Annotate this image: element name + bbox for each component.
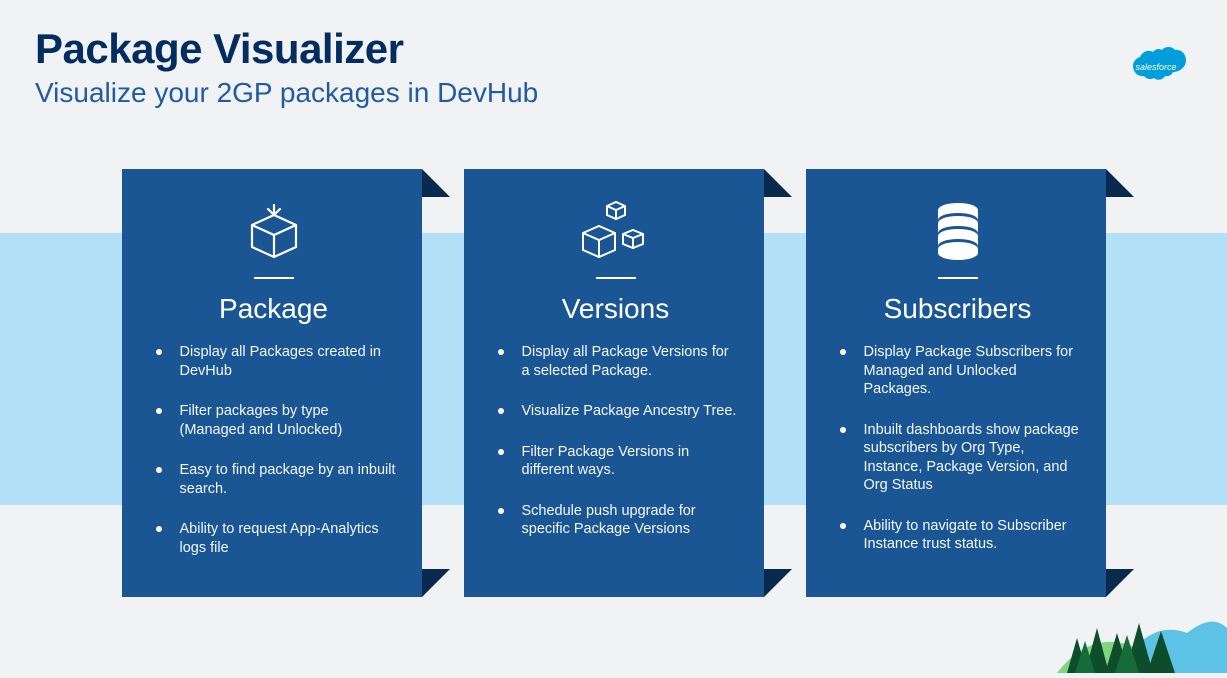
- slide-subtitle: Visualize your 2GP packages in DevHub: [35, 77, 1192, 109]
- bullet-item: Visualize Package Ancestry Tree.: [496, 402, 740, 421]
- card-corner-decoration: [422, 169, 450, 197]
- cards-row: Package Display all Packages created in …: [0, 169, 1227, 597]
- bullet-item: Easy to find package by an inbuilt searc…: [154, 461, 398, 498]
- package-icon: [144, 191, 404, 271]
- card-corner-decoration: [1106, 169, 1134, 197]
- salesforce-logo: salesforce: [1125, 45, 1187, 94]
- card-package: Package Display all Packages created in …: [122, 169, 422, 597]
- bullet-item: Inbuilt dashboards show package subscrib…: [838, 421, 1082, 495]
- bullet-item: Filter Package Versions in different way…: [496, 443, 740, 480]
- card-title: Versions: [486, 293, 746, 325]
- card-bullets: Display Package Subscribers for Managed …: [828, 343, 1088, 554]
- subscribers-icon: [828, 191, 1088, 271]
- slide-header: Package Visualizer Visualize your 2GP pa…: [0, 0, 1227, 109]
- bullet-item: Display all Package Versions for a selec…: [496, 343, 740, 380]
- card-versions: Versions Display all Package Versions fo…: [464, 169, 764, 597]
- bullet-item: Schedule push upgrade for specific Packa…: [496, 502, 740, 539]
- slide-title: Package Visualizer: [35, 25, 1192, 73]
- decorative-scenery: [997, 583, 1227, 678]
- card-bullets: Display all Package Versions for a selec…: [486, 343, 746, 539]
- bullet-item: Display Package Subscribers for Managed …: [838, 343, 1082, 399]
- card-divider: [254, 277, 294, 279]
- bullet-item: Filter packages by type (Managed and Unl…: [154, 402, 398, 439]
- card-divider: [938, 277, 978, 279]
- bullet-item: Ability to navigate to Subscriber Instan…: [838, 517, 1082, 554]
- bullet-item: Display all Packages created in DevHub: [154, 343, 398, 380]
- card-corner-decoration: [764, 169, 792, 197]
- card-subscribers: Subscribers Display Package Subscribers …: [806, 169, 1106, 597]
- versions-icon: [486, 191, 746, 271]
- card-corner-decoration: [422, 569, 450, 597]
- card-bullets: Display all Packages created in DevHub F…: [144, 343, 404, 557]
- card-title: Subscribers: [828, 293, 1088, 325]
- card-title: Package: [144, 293, 404, 325]
- svg-text:salesforce: salesforce: [1135, 62, 1176, 72]
- card-corner-decoration: [764, 569, 792, 597]
- bullet-item: Ability to request App-Analytics logs fi…: [154, 520, 398, 557]
- card-divider: [596, 277, 636, 279]
